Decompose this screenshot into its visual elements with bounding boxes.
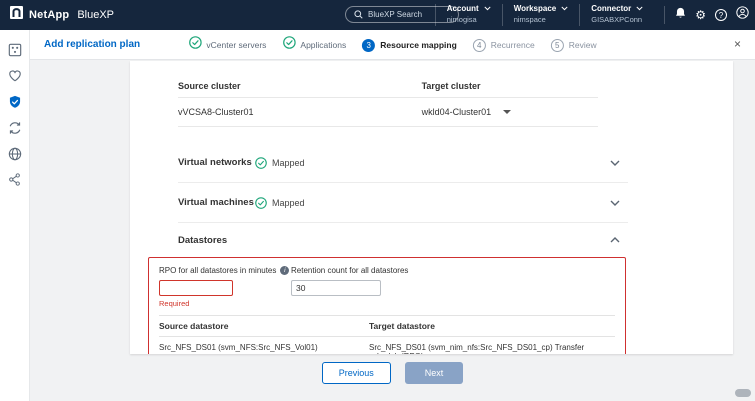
datastore-table: Source datastore Target datastore Src_NF… bbox=[159, 315, 615, 354]
rpo-label: RPO for all datastores in minutes bbox=[159, 266, 276, 275]
mapped-check-icon bbox=[255, 157, 267, 169]
connector-label: Connector bbox=[591, 4, 631, 13]
virtual-machines-status: Mapped bbox=[255, 197, 305, 209]
bluexp-app: NetApp BlueXP Account nimogisa Workspace bbox=[0, 0, 755, 401]
target-cluster-header: Target cluster bbox=[422, 81, 598, 91]
status-text: Mapped bbox=[272, 158, 305, 168]
canvas-icon[interactable] bbox=[8, 42, 22, 57]
info-icon[interactable]: i bbox=[280, 266, 289, 275]
step-recurrence[interactable]: 4 Recurrence bbox=[473, 39, 535, 52]
gear-icon[interactable]: ⚙ bbox=[695, 9, 706, 21]
page-title: Add replication plan bbox=[44, 39, 140, 50]
target-datastore-header: Target datastore bbox=[369, 321, 615, 331]
virtual-machines-section[interactable]: Virtual machines Mapped bbox=[178, 183, 628, 223]
chevron-up-icon[interactable] bbox=[610, 237, 620, 243]
status-text: Mapped bbox=[272, 198, 305, 208]
datastore-row: Src_NFS_DS01 (svm_NFS:Src_NFS_Vol01) Src… bbox=[159, 337, 615, 354]
main-content: Source cluster Target cluster vVCSA8-Clu… bbox=[30, 60, 755, 401]
connector-value: GISABXPConn bbox=[591, 15, 643, 24]
target-cluster-dropdown-icon[interactable] bbox=[503, 110, 511, 118]
step-label: vCenter servers bbox=[206, 40, 266, 50]
scrollbar-thumb[interactable] bbox=[735, 389, 751, 397]
stepper: vCenter servers Applications 3 Resource … bbox=[188, 30, 596, 60]
step-check-icon bbox=[188, 36, 201, 54]
virtual-networks-label: Virtual networks bbox=[178, 157, 255, 168]
topbar-icons: ⚙ ? bbox=[664, 6, 749, 24]
datastore-table-header: Source datastore Target datastore bbox=[159, 315, 615, 337]
retention-input[interactable] bbox=[291, 280, 381, 296]
step-check-icon bbox=[282, 36, 295, 54]
cluster-table: Source cluster Target cluster vVCSA8-Clu… bbox=[178, 75, 598, 127]
health-icon[interactable] bbox=[8, 68, 22, 83]
step-label: Applications bbox=[300, 40, 346, 50]
protection-icon[interactable] bbox=[8, 94, 22, 109]
source-cluster-header: Source cluster bbox=[178, 81, 422, 91]
connector-menu[interactable]: Connector GISABXPConn bbox=[579, 4, 654, 26]
left-sidebar bbox=[0, 30, 30, 401]
account-value: nimogisa bbox=[447, 15, 491, 24]
account-label: Account bbox=[447, 4, 479, 13]
share-icon[interactable] bbox=[8, 172, 21, 187]
cluster-table-header: Source cluster Target cluster bbox=[178, 75, 598, 98]
workspace-label: Workspace bbox=[514, 4, 557, 13]
bell-icon[interactable] bbox=[675, 6, 686, 24]
source-cluster-value: vVCSA8-Cluster01 bbox=[178, 107, 422, 117]
chevron-down-icon bbox=[561, 4, 568, 13]
help-icon[interactable]: ? bbox=[715, 9, 727, 21]
step-number: 3 bbox=[362, 39, 375, 52]
search-icon bbox=[354, 6, 363, 24]
workspace-menu[interactable]: Workspace nimspace bbox=[502, 4, 580, 26]
wizard-header: Add replication plan vCenter servers App… bbox=[30, 30, 755, 60]
source-datastore-value: Src_NFS_DS01 (svm_NFS:Src_NFS_Vol01) bbox=[159, 343, 369, 352]
governance-icon[interactable] bbox=[8, 146, 22, 161]
datastores-section-header[interactable]: Datastores bbox=[178, 223, 628, 257]
next-button[interactable]: Next bbox=[405, 362, 464, 384]
brand-product: BlueXP bbox=[77, 9, 114, 21]
chevron-down-icon[interactable] bbox=[610, 160, 620, 166]
target-datastore-value: Src_NFS_DS01 (svm_nim_nfs:Src_NFS_DS01_c… bbox=[369, 343, 615, 354]
resource-mapping-card: Source cluster Target cluster vVCSA8-Clu… bbox=[130, 61, 733, 354]
cluster-row: vVCSA8-Cluster01 wkld04-Cluster01 bbox=[178, 98, 598, 127]
virtual-networks-status: Mapped bbox=[255, 157, 305, 169]
account-menu[interactable]: Account nimogisa bbox=[435, 4, 502, 26]
chevron-down-icon bbox=[636, 4, 643, 13]
workspace-value: nimspace bbox=[514, 15, 569, 24]
topbar-right: Account nimogisa Workspace nimspace Conn… bbox=[435, 0, 749, 30]
rpo-input[interactable] bbox=[159, 280, 233, 296]
mapped-check-icon bbox=[255, 197, 267, 209]
wizard-footer: Previous Next bbox=[30, 362, 755, 384]
source-datastore-header: Source datastore bbox=[159, 321, 369, 331]
mapping-sections: Virtual networks Mapped Virtual machines… bbox=[130, 143, 733, 257]
step-label: Review bbox=[569, 40, 597, 50]
datastores-label: Datastores bbox=[178, 235, 255, 246]
mobility-icon[interactable] bbox=[8, 120, 22, 135]
brand-name: NetApp bbox=[29, 9, 69, 21]
virtual-networks-section[interactable]: Virtual networks Mapped bbox=[178, 143, 628, 183]
datastores-error-panel: RPO for all datastores in minutes i Requ… bbox=[148, 257, 626, 354]
close-icon[interactable]: × bbox=[734, 37, 741, 51]
step-number: 5 bbox=[551, 39, 564, 52]
netapp-logo-icon bbox=[10, 6, 23, 24]
user-avatar-icon[interactable] bbox=[736, 6, 749, 24]
virtual-machines-label: Virtual machines bbox=[178, 197, 255, 208]
step-label: Recurrence bbox=[491, 40, 535, 50]
chevron-down-icon bbox=[484, 4, 491, 13]
brand[interactable]: NetApp BlueXP bbox=[10, 6, 114, 24]
retention-label: Retention count for all datastores bbox=[291, 266, 408, 275]
step-number: 4 bbox=[473, 39, 486, 52]
chevron-down-icon[interactable] bbox=[610, 200, 620, 206]
step-applications[interactable]: Applications bbox=[282, 36, 346, 54]
step-resource-mapping[interactable]: 3 Resource mapping bbox=[362, 39, 457, 52]
previous-button[interactable]: Previous bbox=[322, 362, 391, 384]
top-navbar: NetApp BlueXP Account nimogisa Workspace bbox=[0, 0, 755, 30]
step-label: Resource mapping bbox=[380, 40, 457, 50]
required-error-text: Required bbox=[159, 299, 291, 308]
step-review[interactable]: 5 Review bbox=[551, 39, 597, 52]
step-vcenter-servers[interactable]: vCenter servers bbox=[188, 36, 266, 54]
target-cluster-value: wkld04-Cluster01 bbox=[422, 107, 492, 117]
